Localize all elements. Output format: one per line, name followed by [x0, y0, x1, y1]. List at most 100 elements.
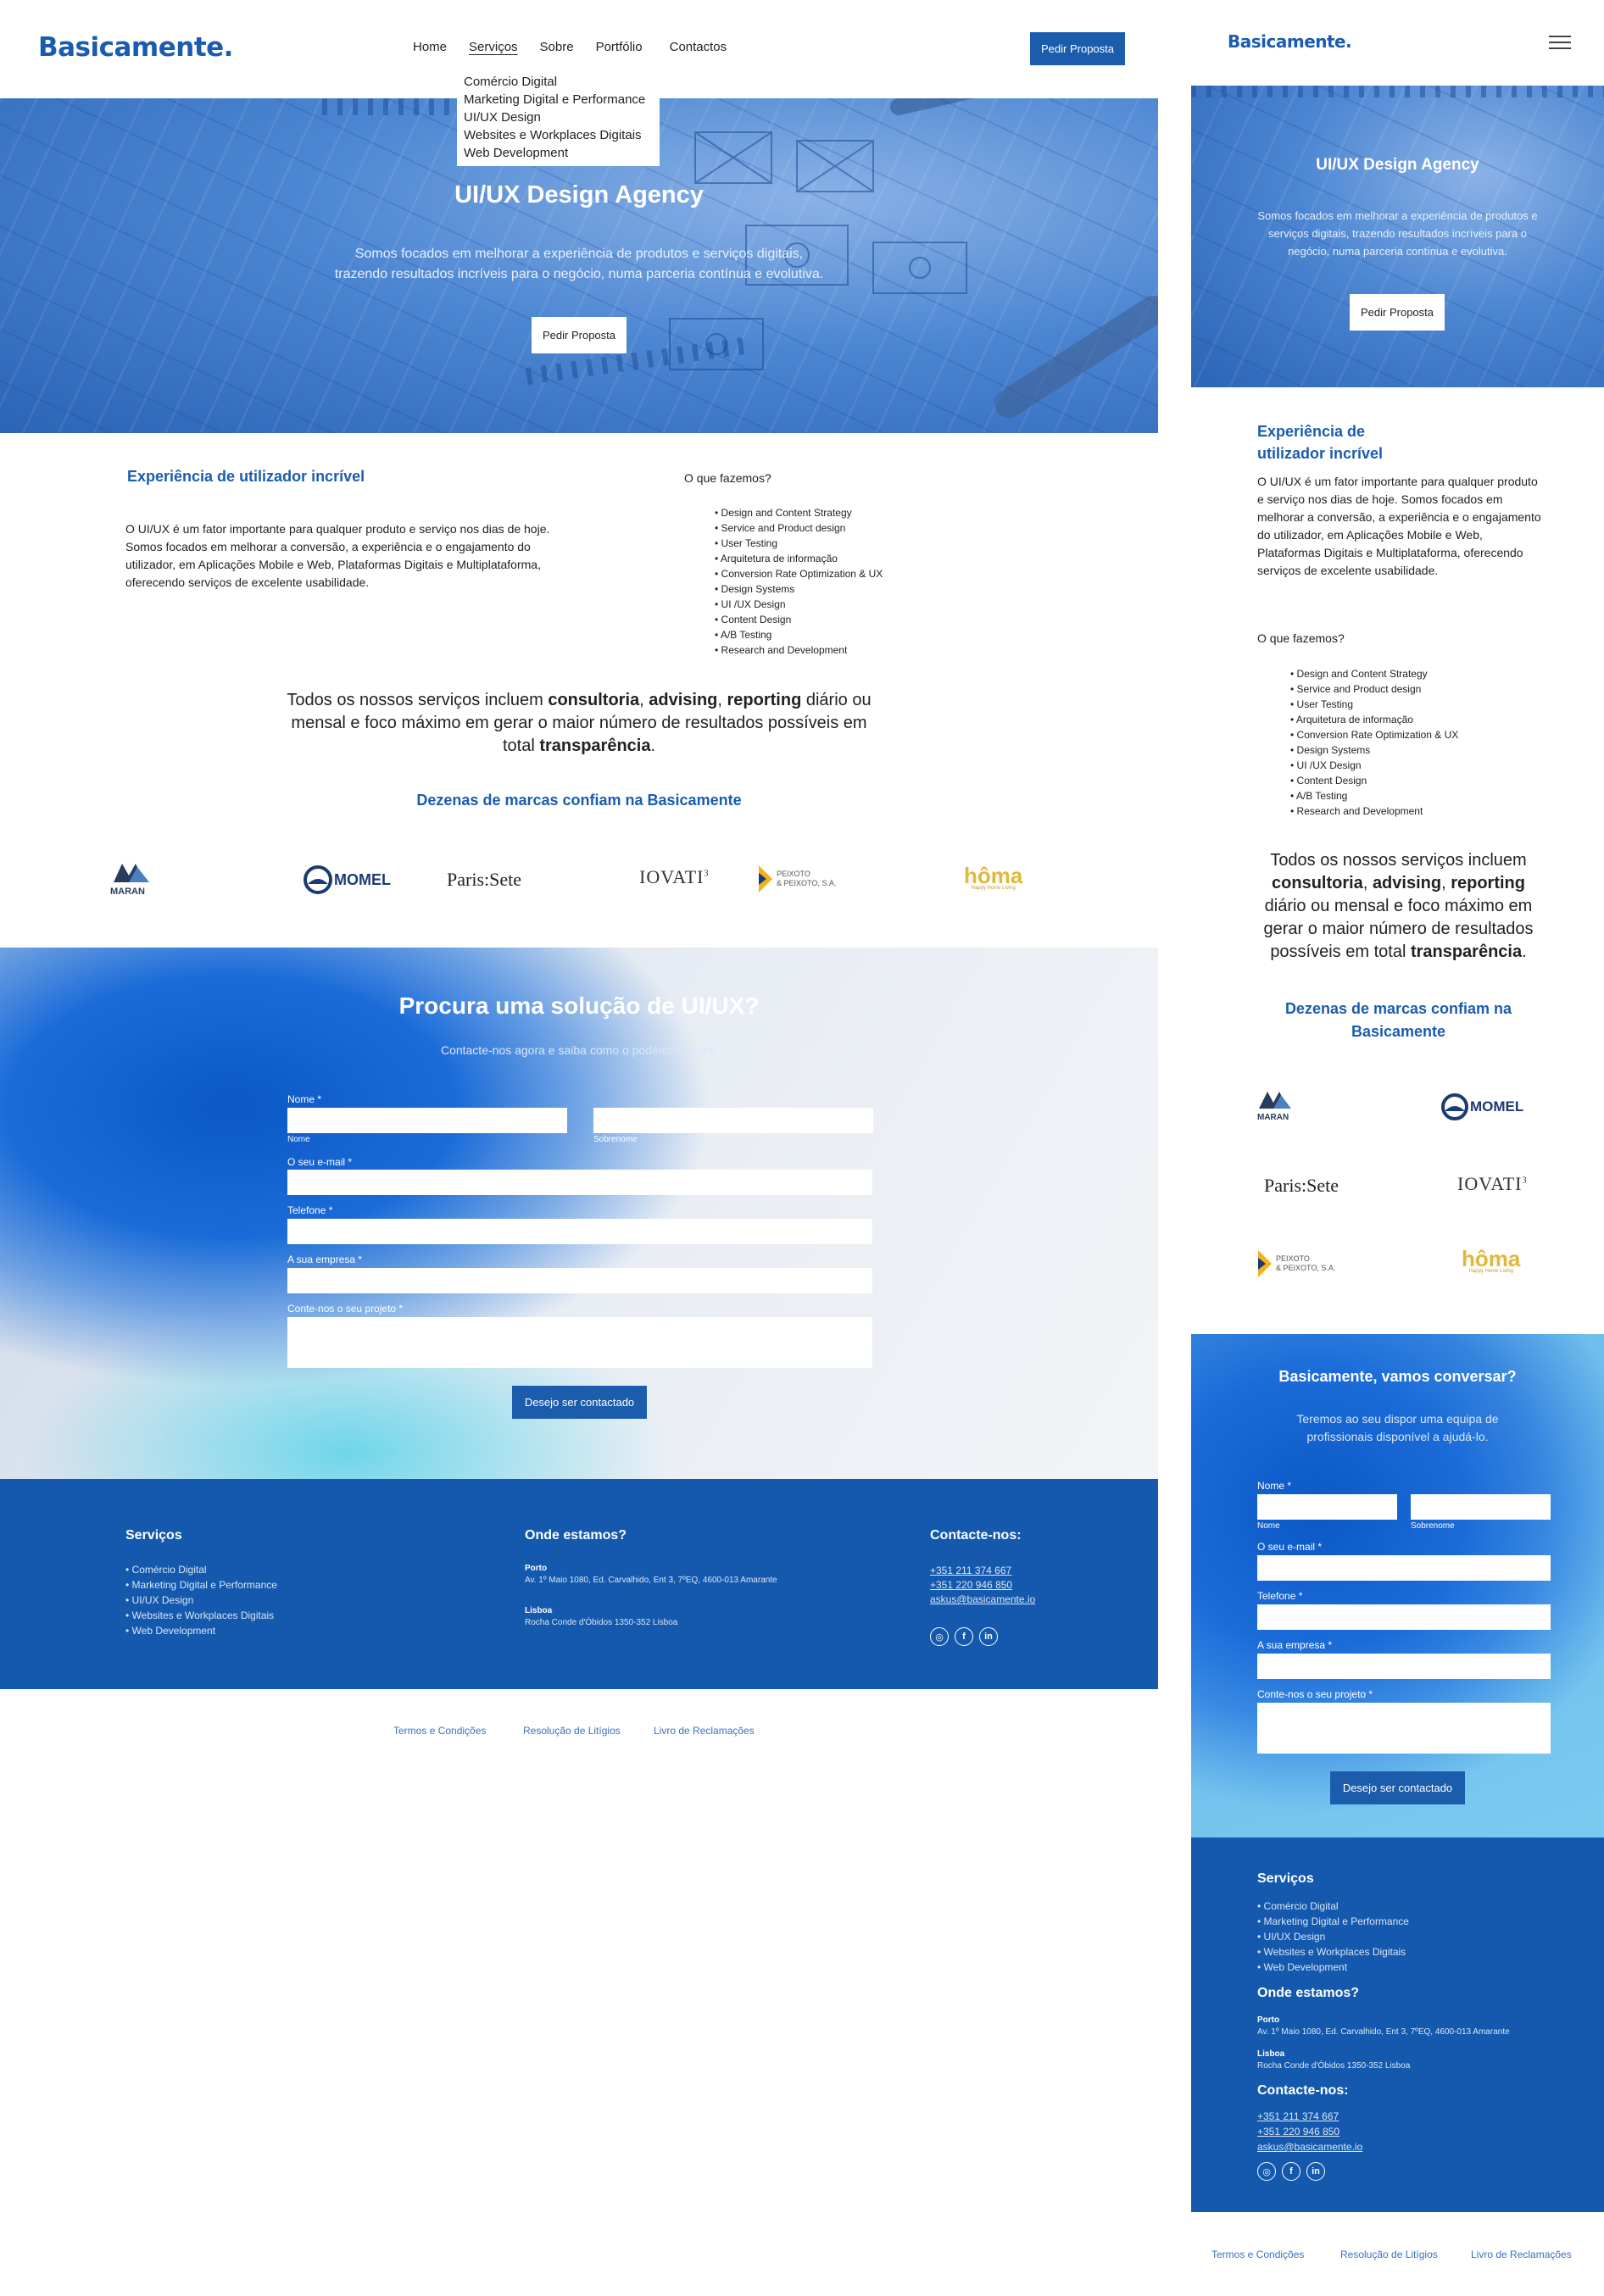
hero-subtitle-line: Somos focados em melhorar a experiência … [354, 247, 804, 261]
facebook-icon[interactable]: f [955, 1627, 973, 1646]
footer-service-link[interactable]: Marketing Digital e Performance [125, 1577, 277, 1593]
footer-service-link[interactable]: Websites e Workplaces Digitais [1257, 1944, 1409, 1960]
contact-section: Procura uma solução de UI/UX? Contacte-n… [0, 948, 1158, 1479]
service-item: Arquitetura de informação [1290, 712, 1458, 727]
disputes-link[interactable]: Resolução de Litígios [1340, 2249, 1438, 2260]
mobile-intro-body: O UI/UX é um fator importante para qualq… [1257, 475, 1541, 577]
first-name-input[interactable] [287, 1108, 567, 1133]
last-name-sublabel: Sobrenome [1411, 1521, 1455, 1531]
phone-link[interactable]: +351 211 374 667 [930, 1564, 1035, 1578]
service-item: Service and Product design [715, 520, 883, 536]
disputes-link[interactable]: Resolução de Litígios [523, 1725, 621, 1737]
mobile-hero-proposal-button[interactable]: Pedir Proposta [1350, 294, 1445, 331]
intro-body: O UI/UX é um fator importante para qualq… [125, 522, 550, 589]
complaints-link[interactable]: Livro de Reclamações [1471, 2249, 1572, 2260]
project-textarea[interactable] [1257, 1703, 1551, 1754]
footer-contact-links: +351 211 374 667 +351 220 946 850 askus@… [1257, 2109, 1362, 2154]
email-link[interactable]: askus@basicamente.io [930, 1593, 1035, 1607]
porto-address: Av. 1º Maio 1080, Ed. Carvalhido, Ent 3,… [525, 1576, 777, 1585]
contact-title: Procura uma solução de UI/UX? [398, 992, 760, 1019]
hamburger-menu-icon[interactable] [1549, 36, 1571, 49]
name-label: Nome * [1257, 1480, 1292, 1492]
linkedin-icon[interactable]: in [979, 1627, 998, 1646]
service-item: UI /UX Design [1290, 758, 1458, 773]
last-name-sublabel: Sobrenome [593, 1135, 638, 1144]
dropdown-item-uiux[interactable]: UI/UX Design [464, 108, 653, 126]
footer-service-link[interactable]: Web Development [125, 1623, 277, 1638]
submit-button[interactable]: Desejo ser contactado [512, 1386, 647, 1419]
terms-link[interactable]: Termos e Condições [393, 1725, 486, 1737]
phone-link[interactable]: +351 211 374 667 [1257, 2109, 1362, 2124]
footer-service-link[interactable]: Comércio Digital [125, 1562, 277, 1577]
footer-service-link[interactable]: Web Development [1257, 1960, 1409, 1975]
service-item: Design and Content Strategy [715, 505, 883, 520]
lisboa-address: Rocha Conde d'Óbidos 1350-352 Lisboa [1257, 2061, 1411, 2071]
service-item: Design Systems [1290, 742, 1458, 758]
nav-portfolio[interactable]: Portfólio [596, 40, 643, 54]
desktop-page: Basicamente. Home Serviços Sobre Portfól… [0, 0, 1158, 2296]
service-item: A/B Testing [1290, 788, 1458, 803]
footer-service-link[interactable]: Marketing Digital e Performance [1257, 1914, 1409, 1929]
request-proposal-button[interactable]: Pedir Proposta [1030, 32, 1125, 65]
dropdown-item-webdev[interactable]: Web Development [464, 144, 653, 162]
nav-home[interactable]: Home [413, 40, 447, 54]
dropdown-item-marketing[interactable]: Marketing Digital e Performance [464, 91, 653, 108]
mobile-footer: Serviços Comércio Digital Marketing Digi… [1191, 1837, 1604, 2212]
service-item: Conversion Rate Optimization & UX [1290, 727, 1459, 742]
footer-services-heading: Serviços [125, 1528, 182, 1543]
maran-logo: MARAN [110, 860, 153, 897]
nav-contactos[interactable]: Contactos [670, 40, 727, 54]
last-name-input[interactable] [1411, 1494, 1551, 1520]
linkedin-icon[interactable]: in [1306, 2162, 1325, 2181]
contact-subtitle: Contacte-nos agora e saiba como o podemo… [440, 1043, 718, 1057]
mobile-contact-section: Basicamente, vamos conversar? Teremos ao… [1191, 1334, 1604, 1837]
first-name-input[interactable] [1257, 1494, 1397, 1520]
email-label: O seu e-mail * [287, 1156, 353, 1168]
services-dropdown: Comércio Digital Marketing Digital e Per… [457, 68, 660, 166]
mobile-submit-button[interactable]: Desejo ser contactado [1330, 1771, 1465, 1804]
footer-location-heading: Onde estamos? [1257, 1986, 1360, 2000]
last-name-input[interactable] [593, 1108, 873, 1133]
footer-service-link[interactable]: Comércio Digital [1257, 1899, 1409, 1914]
footer-service-link[interactable]: UI/UX Design [125, 1593, 277, 1608]
service-item: Design and Content Strategy [1290, 666, 1458, 681]
homa-logo: hôma Happy Home Living [964, 863, 1023, 891]
footer-services-heading: Serviços [1257, 1871, 1314, 1886]
email-input[interactable] [287, 1170, 872, 1195]
phone-input[interactable] [287, 1219, 872, 1244]
company-input[interactable] [1257, 1654, 1551, 1679]
lisboa-label: Lisboa [525, 1606, 553, 1615]
complaints-link[interactable]: Livro de Reclamações [654, 1725, 755, 1737]
footer-service-link[interactable]: Websites e Workplaces Digitais [125, 1608, 277, 1623]
dropdown-item-comercio[interactable]: Comércio Digital [464, 73, 653, 91]
project-textarea[interactable] [287, 1317, 872, 1368]
nav-servicos[interactable]: Serviços [469, 40, 518, 54]
footer-contact-heading: Contacte-nos: [1257, 2083, 1349, 2098]
project-label: Conte-nos o seu projeto * [287, 1303, 404, 1315]
email-input[interactable] [1257, 1555, 1551, 1581]
instagram-icon[interactable]: ◎ [1257, 2162, 1276, 2181]
phone-link[interactable]: +351 220 946 850 [930, 1578, 1035, 1593]
phone-link[interactable]: +351 220 946 850 [1257, 2124, 1362, 2139]
email-link[interactable]: askus@basicamente.io [1257, 2139, 1362, 2154]
footer-contact-heading: Contacte-nos: [930, 1528, 1022, 1543]
hero-proposal-button[interactable]: Pedir Proposta [532, 317, 627, 353]
site-header: Basicamente. Home Serviços Sobre Portfól… [0, 0, 1158, 166]
dropdown-item-websites[interactable]: Websites e Workplaces Digitais [464, 126, 653, 144]
brand-logo[interactable]: Basicamente. [38, 32, 233, 63]
company-input[interactable] [287, 1268, 872, 1293]
services-statement: Todos os nossos serviços incluem consult… [287, 691, 872, 755]
first-name-sublabel: Nome [287, 1135, 310, 1144]
iovati-logo: IOVATI3 [639, 866, 710, 887]
project-label: Conte-nos o seu projeto * [1257, 1688, 1373, 1700]
phone-input[interactable] [1257, 1604, 1551, 1630]
footer-service-link[interactable]: UI/UX Design [1257, 1929, 1409, 1944]
nav-sobre[interactable]: Sobre [540, 40, 574, 54]
parissete-logo: Paris:Sete [1264, 1175, 1339, 1196]
company-label: A sua empresa * [1257, 1639, 1333, 1651]
instagram-icon[interactable]: ◎ [930, 1627, 949, 1646]
facebook-icon[interactable]: f [1282, 2162, 1300, 2181]
mobile-brand-logo[interactable]: Basicamente. [1228, 31, 1352, 52]
lisboa-label: Lisboa [1257, 2049, 1285, 2059]
terms-link[interactable]: Termos e Condições [1211, 2249, 1304, 2260]
